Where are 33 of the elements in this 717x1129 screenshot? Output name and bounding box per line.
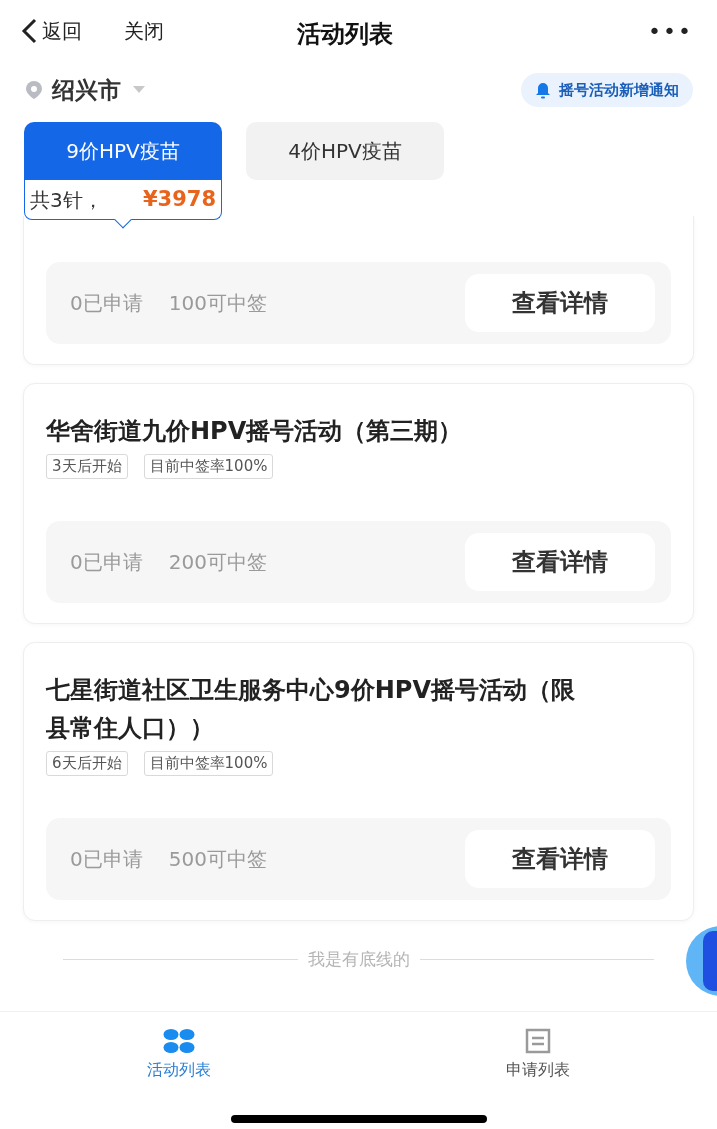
vaccine-tab[interactable]: 9价HPV疫苗 xyxy=(24,122,222,180)
details-button[interactable]: 查看详情 xyxy=(465,274,655,332)
close-button[interactable]: 关闭 xyxy=(124,16,164,46)
notification-button[interactable]: 摇号活动新增通知 xyxy=(521,73,693,107)
activity-title: 华舍街道九价HPV摇号活动（第三期） xyxy=(46,416,464,447)
more-button[interactable]: ••• xyxy=(648,14,693,48)
bell-icon xyxy=(535,81,551,99)
back-button[interactable]: 返回 xyxy=(20,16,82,46)
dose-count: 共3针， xyxy=(30,186,103,214)
activity-tag: 目前中签率100% xyxy=(143,751,274,776)
activity-tag: 6天后开始 xyxy=(46,751,128,776)
quota-count: 500可中签 xyxy=(168,846,267,873)
quota-count: 200可中签 xyxy=(168,549,267,576)
applied-count: 0已申请 xyxy=(70,549,143,576)
document-icon xyxy=(523,1028,552,1054)
grid-icon xyxy=(163,1028,196,1054)
details-button[interactable]: 查看详情 xyxy=(465,830,655,888)
nav-tab[interactable]: 申请列表 xyxy=(358,1012,717,1091)
activity-tag: 3天后开始 xyxy=(46,454,128,479)
applied-count: 0已申请 xyxy=(70,846,143,873)
vaccine-tab[interactable]: 4价HPV疫苗 xyxy=(246,122,444,180)
nav-tab[interactable]: 活动列表 xyxy=(0,1012,359,1091)
back-icon xyxy=(20,18,38,44)
location-pin-icon xyxy=(24,80,44,100)
applied-count: 0已申请 xyxy=(70,290,143,317)
price: ¥3978 xyxy=(142,185,216,213)
quota-count: 100可中签 xyxy=(168,290,267,317)
end-of-list-text: 我是有底线的 xyxy=(307,948,410,971)
details-button[interactable]: 查看详情 xyxy=(465,533,655,591)
activity-tag: 目前中签率100% xyxy=(143,454,274,479)
activity-title: 七星街道社区卫生服务中心9价HPV摇号活动（限县常住人口）） xyxy=(46,675,576,744)
page-title: 活动列表 xyxy=(297,19,393,50)
city-name[interactable]: 绍兴市 xyxy=(52,72,121,108)
